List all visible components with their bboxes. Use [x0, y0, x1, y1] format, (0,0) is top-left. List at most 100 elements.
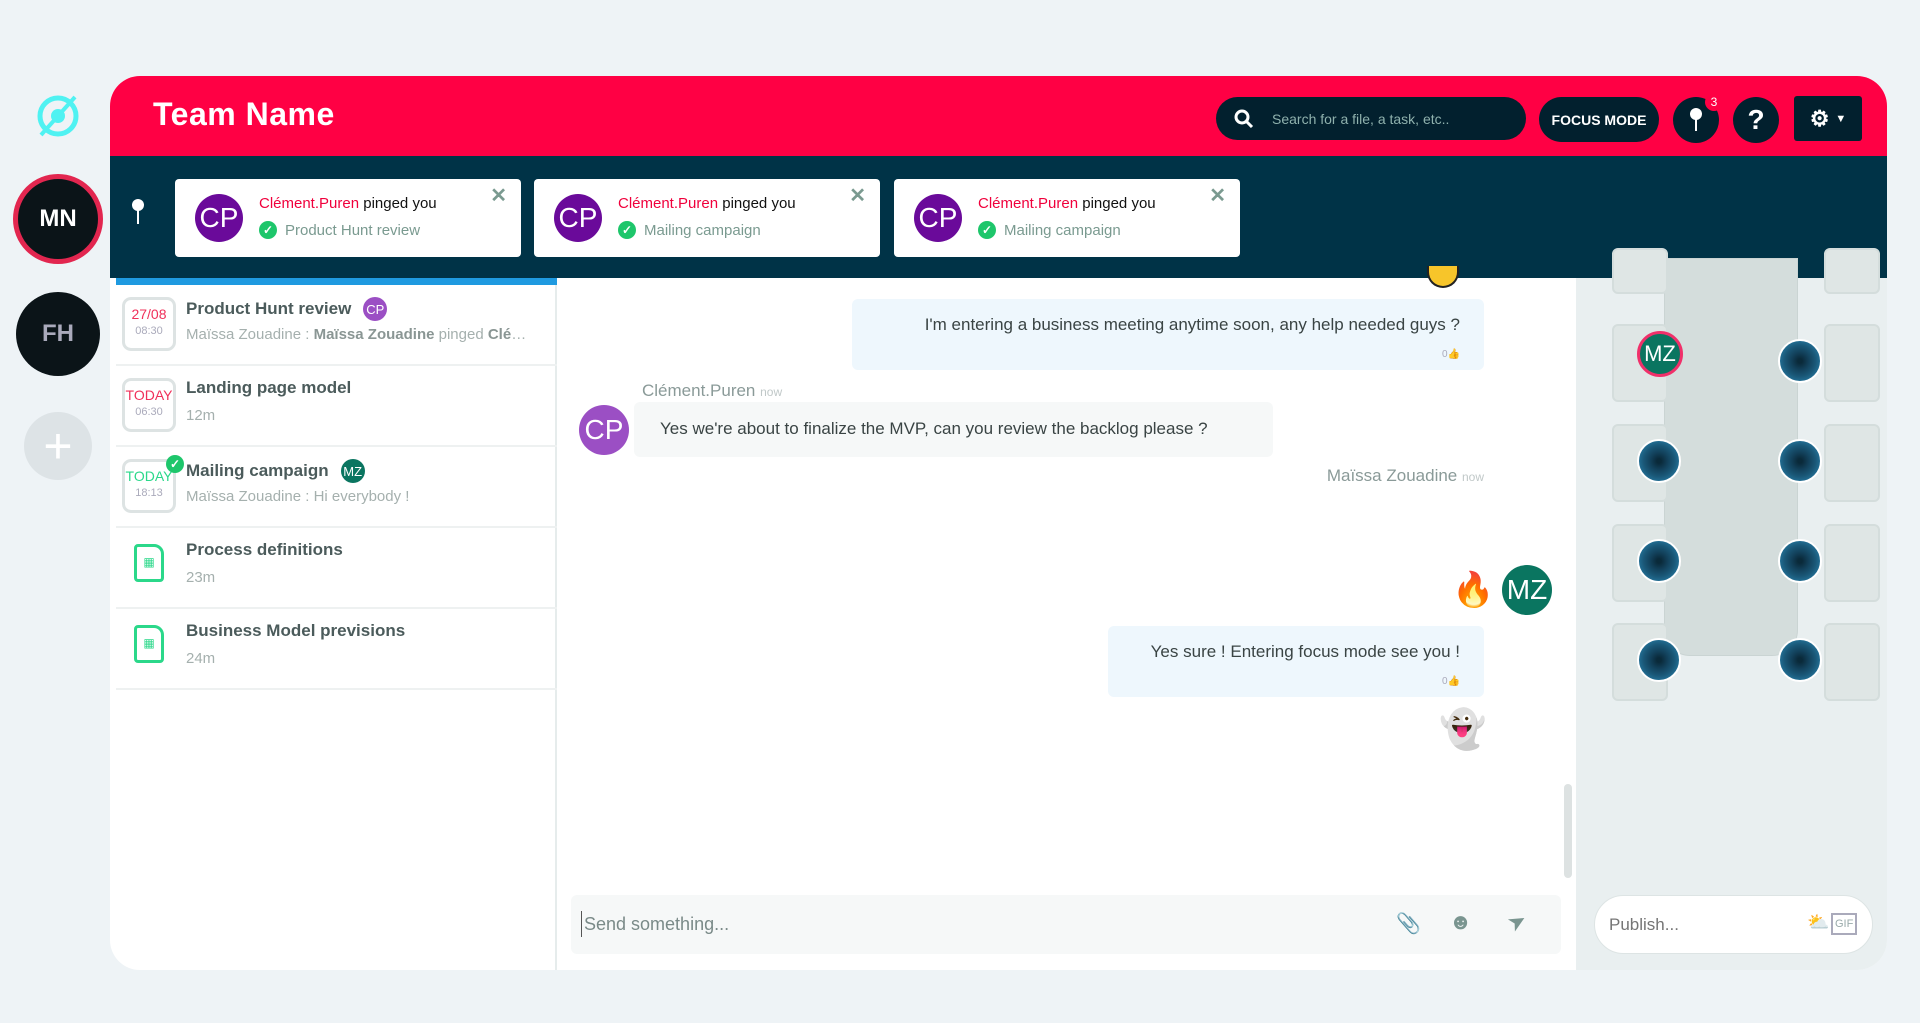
close-icon[interactable]: ✕	[490, 183, 507, 208]
avatar: CP	[363, 297, 388, 321]
message-text: Yes sure ! Entering focus mode see you !	[1150, 642, 1460, 661]
list-item[interactable]: 27/08 08:30 Product Hunt review CP Maïssa …	[116, 285, 557, 366]
pings-button[interactable]: 3	[1673, 93, 1723, 143]
item-title: Product Hunt review	[186, 299, 352, 318]
conversation-list: 27/08 08:30 Product Hunt review CP Maïssa …	[110, 278, 557, 970]
empty-seat[interactable]	[1778, 539, 1822, 583]
check-icon: ✓	[259, 221, 277, 239]
ghost-emoji: 👻	[1439, 709, 1487, 751]
ping-action: pinged you	[722, 195, 796, 212]
item-title: Process definitions	[186, 540, 343, 559]
ping-topic: Product Hunt review	[285, 221, 421, 239]
publish-box: ⛅ GIF	[1594, 895, 1873, 954]
ping-action: pinged you	[363, 195, 437, 212]
ping-card[interactable]: CP Clément.Puren pinged you ✓ Mailing cam…	[894, 179, 1240, 257]
publish-input[interactable]	[1609, 913, 1789, 937]
workspace-mn[interactable]: MN	[13, 174, 103, 264]
date: TODAY	[125, 468, 173, 484]
date: TODAY	[125, 387, 173, 403]
pin-icon	[132, 199, 144, 224]
app-logo[interactable]	[33, 91, 83, 141]
settings-button[interactable]: ⚙ ▼	[1794, 96, 1862, 141]
avatar: CP	[579, 405, 629, 455]
ping-card[interactable]: CP Clément.Puren pinged you ✓ Product Hun…	[175, 179, 521, 257]
ping-user: Clément.Puren	[978, 195, 1079, 212]
empty-seat[interactable]	[1637, 638, 1681, 682]
chair	[1612, 248, 1668, 294]
message-author: Clément.Puren now	[642, 381, 783, 400]
list-item[interactable]: TODAY 06:30 Landing page model 12m	[116, 366, 557, 447]
focus-mode-button[interactable]: FOCUS MODE	[1539, 97, 1659, 142]
meeting-room: MZ ⛅ GIF	[1576, 248, 1887, 970]
message-input[interactable]	[581, 911, 1281, 937]
item-subtitle: 24m	[186, 650, 216, 667]
gif-button[interactable]: GIF	[1831, 913, 1858, 935]
calendar-icon: TODAY 06:30	[122, 378, 176, 432]
like-button[interactable]: 0👍	[1442, 349, 1460, 360]
chat-area: I'm entering a business meeting anytime …	[559, 266, 1574, 970]
avatar: MZ	[1502, 565, 1552, 615]
message-text: Yes we're about to finalize the MVP, can…	[660, 419, 1208, 438]
team-name: Team Name	[153, 96, 335, 132]
calendar-icon: 27/08 08:30	[122, 297, 176, 351]
item-subtitle: 23m	[186, 569, 216, 586]
message-text: I'm entering a business meeting anytime …	[924, 315, 1460, 334]
avatar: CP	[914, 194, 962, 242]
close-icon[interactable]: ✕	[1209, 183, 1226, 208]
check-icon: ✓	[618, 221, 636, 239]
item-subtitle: 12m	[186, 407, 216, 424]
message-bubble: Yes sure ! Entering focus mode see you !…	[1108, 626, 1484, 697]
ping-card[interactable]: CP Clément.Puren pinged you ✓ Mailing cam…	[534, 179, 880, 257]
message-bubble: I'm entering a business meeting anytime …	[852, 299, 1484, 370]
main-window: Team Name FOCUS MODE 3 ? ⚙▼ CP Clément.P…	[110, 76, 1887, 970]
avatar: MZ	[340, 459, 365, 483]
time: 08:30	[135, 325, 163, 337]
date: 27/08	[131, 306, 167, 322]
emoji-icon[interactable]: ☻	[1449, 909, 1472, 935]
scrollbar[interactable]	[1564, 784, 1572, 878]
search-icon	[1234, 109, 1254, 128]
list-item[interactable]: ▦ Business Model previsions 24m	[116, 609, 557, 690]
item-subtitle: Maïssa Zouadine : Maïssa Zouadine pinged…	[186, 326, 536, 343]
search-box[interactable]	[1216, 97, 1526, 140]
avatar: CP	[554, 194, 602, 242]
emoji-partial	[1427, 266, 1459, 288]
list-item[interactable]: TODAY 18:13 ✓ Mailing campaign MZ Maïssa Z…	[116, 447, 557, 528]
item-subtitle: Maïssa Zouadine : Hi everybody !	[186, 488, 410, 505]
spreadsheet-icon: ▦	[134, 625, 164, 663]
ping-count-badge: 3	[1705, 93, 1723, 111]
add-workspace-button[interactable]: +	[24, 412, 92, 480]
check-icon: ✓	[978, 221, 996, 239]
empty-seat[interactable]	[1778, 339, 1822, 383]
active-indicator	[116, 278, 557, 285]
chair	[1824, 524, 1880, 602]
chair	[1824, 424, 1880, 502]
header: Team Name FOCUS MODE 3 ? ⚙▼	[110, 76, 1887, 156]
fire-emoji: 🔥	[1452, 571, 1495, 609]
ping-user: Clément.Puren	[618, 195, 719, 212]
empty-seat[interactable]	[1637, 539, 1681, 583]
avatar: CP	[195, 194, 243, 242]
list-item[interactable]: ▦ Process definitions 23m	[116, 528, 557, 609]
empty-seat[interactable]	[1778, 638, 1822, 682]
send-icon[interactable]: ➤	[1503, 906, 1532, 938]
weather-icon[interactable]: ⛅	[1807, 912, 1829, 933]
message-author: Maïssa Zouadine now	[1326, 466, 1484, 485]
empty-seat[interactable]	[1637, 439, 1681, 483]
attachment-icon[interactable]: 📎	[1396, 911, 1421, 936]
workspace-fh[interactable]: FH	[16, 292, 100, 376]
occupant-avatar[interactable]: MZ	[1637, 331, 1683, 377]
item-title: Business Model previsions	[186, 621, 406, 640]
help-button[interactable]: ?	[1733, 97, 1779, 143]
ping-user: Clément.Puren	[259, 195, 360, 212]
composer: 📎 ☻ ➤	[571, 895, 1561, 954]
empty-seat[interactable]	[1778, 439, 1822, 483]
chair	[1824, 324, 1880, 402]
close-icon[interactable]: ✕	[849, 183, 866, 208]
chair	[1824, 623, 1880, 701]
item-title: Landing page model	[186, 378, 352, 397]
time: 06:30	[135, 406, 163, 418]
search-input[interactable]	[1272, 110, 1492, 127]
like-button[interactable]: 0👍	[1442, 676, 1460, 687]
gear-icon: ⚙	[1809, 105, 1830, 131]
